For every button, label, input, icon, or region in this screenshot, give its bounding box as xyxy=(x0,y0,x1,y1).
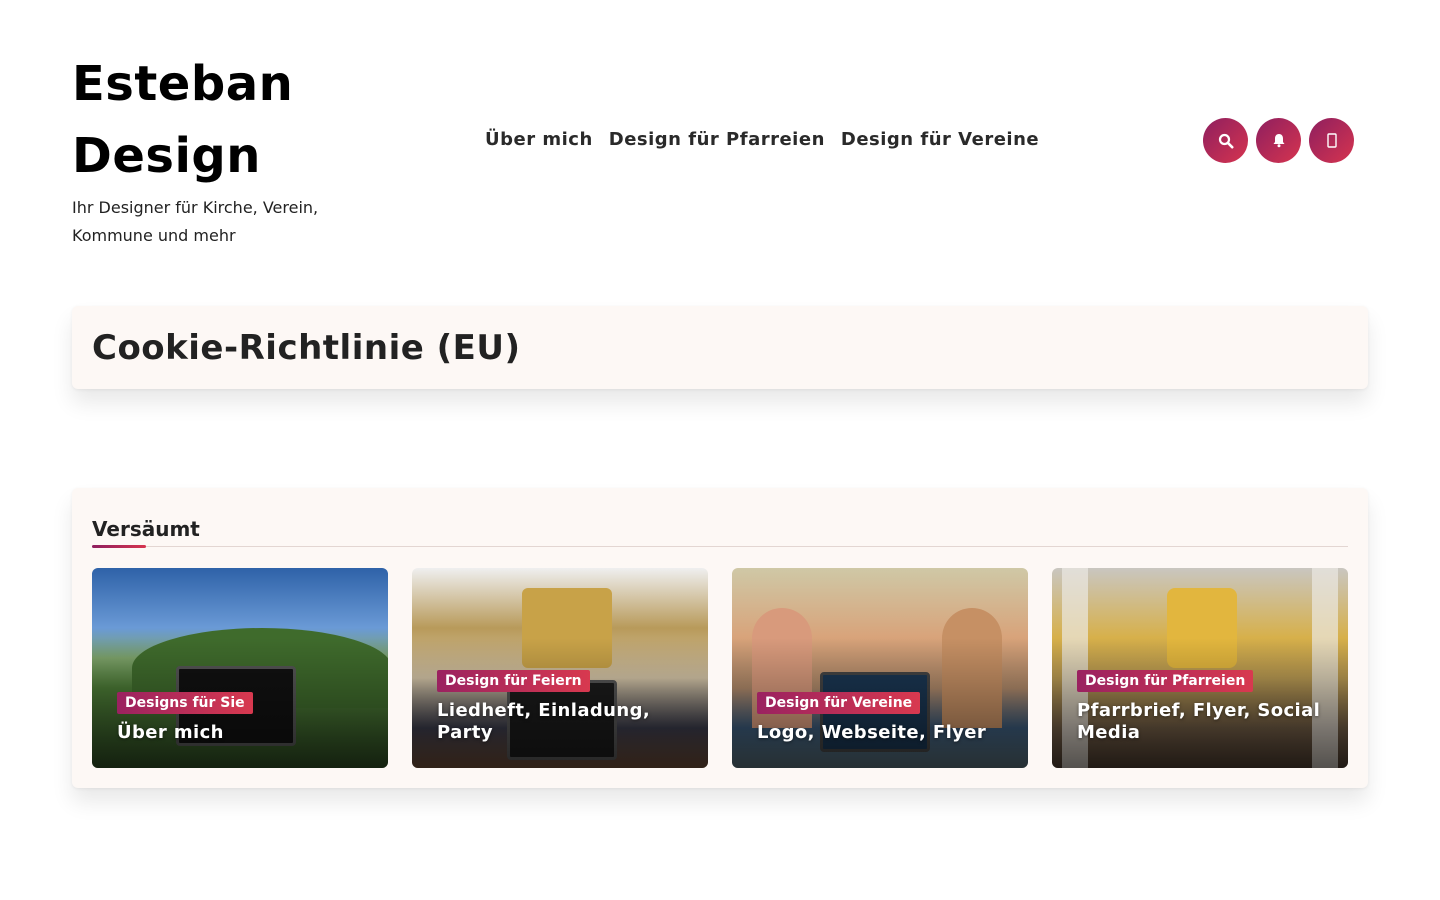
header-actions xyxy=(1203,118,1354,163)
site-tagline: Ihr Designer für Kirche, Verein, Kommune… xyxy=(72,198,319,245)
card-body: Design für Pfarreien Pfarrbrief, Flyer, … xyxy=(1077,670,1330,744)
site-title-line2[interactable]: Design xyxy=(72,120,372,192)
page-title: Cookie-Richtlinie (EU) xyxy=(92,328,521,368)
site-title[interactable]: Esteban Design xyxy=(72,48,372,192)
nav-item-ueber-mich[interactable]: Über mich xyxy=(485,126,593,154)
missed-card[interactable]: Design für Pfarreien Pfarrbrief, Flyer, … xyxy=(1052,568,1348,768)
card-title[interactable]: Liedheft, Einladung, Party xyxy=(437,700,690,744)
card-title[interactable]: Pfarrbrief, Flyer, Social Media xyxy=(1077,700,1330,744)
heading-accent-bar xyxy=(92,545,146,548)
notifications-button[interactable] xyxy=(1256,118,1301,163)
missed-card[interactable]: Design für Vereine Logo, Webseite, Flyer xyxy=(732,568,1028,768)
card-title[interactable]: Logo, Webseite, Flyer xyxy=(757,722,1010,744)
mobile-button[interactable] xyxy=(1309,118,1354,163)
card-title[interactable]: Über mich xyxy=(117,722,370,744)
missed-cards: Designs für Sie Über mich Design für Fei… xyxy=(92,568,1348,768)
main-navigation: Über mich Design für Pfarreien Design fü… xyxy=(485,126,1039,154)
card-category-badge[interactable]: Design für Vereine xyxy=(757,692,921,714)
section-divider xyxy=(92,546,1348,547)
bell-icon xyxy=(1272,133,1286,148)
card-category-badge[interactable]: Designs für Sie xyxy=(117,692,253,714)
nav-item-design-vereine[interactable]: Design für Vereine xyxy=(841,126,1039,154)
search-icon xyxy=(1218,133,1234,149)
card-body: Design für Vereine Logo, Webseite, Flyer xyxy=(757,692,1010,744)
missed-card[interactable]: Design für Feiern Liedheft, Einladung, P… xyxy=(412,568,708,768)
card-category-badge[interactable]: Design für Pfarreien xyxy=(1077,670,1254,692)
card-body: Designs für Sie Über mich xyxy=(117,692,370,744)
search-button[interactable] xyxy=(1203,118,1248,163)
missed-card[interactable]: Designs für Sie Über mich xyxy=(92,568,388,768)
missed-heading: Versäumt xyxy=(92,517,200,541)
page-title-card: Cookie-Richtlinie (EU) xyxy=(72,306,1368,389)
missed-section: Versäumt Designs für Sie Über mich Desig… xyxy=(72,488,1368,788)
card-body: Design für Feiern Liedheft, Einladung, P… xyxy=(437,670,690,744)
site-title-line1[interactable]: Esteban xyxy=(72,48,372,120)
card-category-badge[interactable]: Design für Feiern xyxy=(437,670,590,692)
site-branding: Esteban Design Ihr Designer für Kirche, … xyxy=(72,48,372,250)
nav-item-design-pfarreien[interactable]: Design für Pfarreien xyxy=(609,126,825,154)
mobile-icon xyxy=(1326,133,1337,148)
